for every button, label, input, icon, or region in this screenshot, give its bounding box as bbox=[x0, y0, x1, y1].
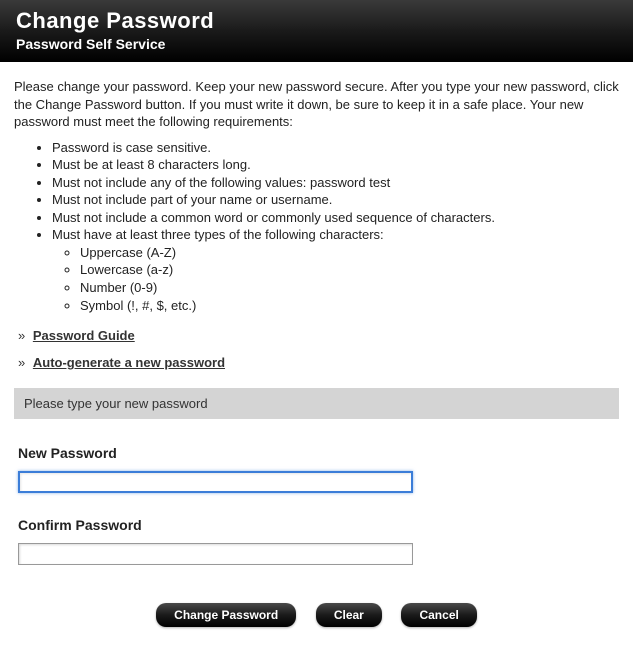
confirm-password-field: Confirm Password bbox=[18, 517, 619, 565]
cancel-button[interactable]: Cancel bbox=[401, 603, 476, 627]
raquo-icon: » bbox=[18, 355, 25, 370]
page-header: Change Password Password Self Service bbox=[0, 0, 633, 62]
sub-requirements-list: Uppercase (A-Z) Lowercase (a-z) Number (… bbox=[80, 244, 619, 314]
requirement-item: Must not include any of the following va… bbox=[52, 174, 619, 192]
intro-text: Please change your password. Keep your n… bbox=[14, 78, 619, 131]
sub-requirement-item: Uppercase (A-Z) bbox=[80, 244, 619, 262]
sub-requirement-item: Lowercase (a-z) bbox=[80, 261, 619, 279]
requirements-list: Password is case sensitive. Must be at l… bbox=[52, 139, 619, 314]
change-password-button[interactable]: Change Password bbox=[156, 603, 296, 627]
new-password-input[interactable] bbox=[18, 471, 413, 493]
auto-generate-link[interactable]: Auto-generate a new password bbox=[33, 355, 225, 370]
password-guide-link[interactable]: Password Guide bbox=[33, 328, 135, 343]
prompt-bar: Please type your new password bbox=[14, 388, 619, 419]
requirement-item: Must not include a common word or common… bbox=[52, 209, 619, 227]
content-area: Please change your password. Keep your n… bbox=[0, 62, 633, 647]
requirement-item: Must be at least 8 characters long. bbox=[52, 156, 619, 174]
page-subtitle: Password Self Service bbox=[16, 36, 617, 52]
sub-requirement-item: Symbol (!, #, $, etc.) bbox=[80, 297, 619, 315]
requirement-item: Password is case sensitive. bbox=[52, 139, 619, 157]
raquo-icon: » bbox=[18, 328, 25, 343]
clear-button[interactable]: Clear bbox=[316, 603, 382, 627]
page-title: Change Password bbox=[16, 8, 617, 34]
sub-requirement-item: Number (0-9) bbox=[80, 279, 619, 297]
new-password-label: New Password bbox=[18, 445, 619, 461]
helper-links: » Password Guide » Auto-generate a new p… bbox=[18, 328, 619, 370]
link-row-guide: » Password Guide bbox=[18, 328, 619, 343]
link-row-autogen: » Auto-generate a new password bbox=[18, 355, 619, 370]
confirm-password-input[interactable] bbox=[18, 543, 413, 565]
button-row: Change Password Clear Cancel bbox=[14, 603, 619, 627]
requirement-item: Must have at least three types of the fo… bbox=[52, 226, 619, 314]
new-password-field: New Password bbox=[18, 445, 619, 493]
confirm-password-label: Confirm Password bbox=[18, 517, 619, 533]
requirement-item-text: Must have at least three types of the fo… bbox=[52, 227, 384, 242]
requirement-item: Must not include part of your name or us… bbox=[52, 191, 619, 209]
